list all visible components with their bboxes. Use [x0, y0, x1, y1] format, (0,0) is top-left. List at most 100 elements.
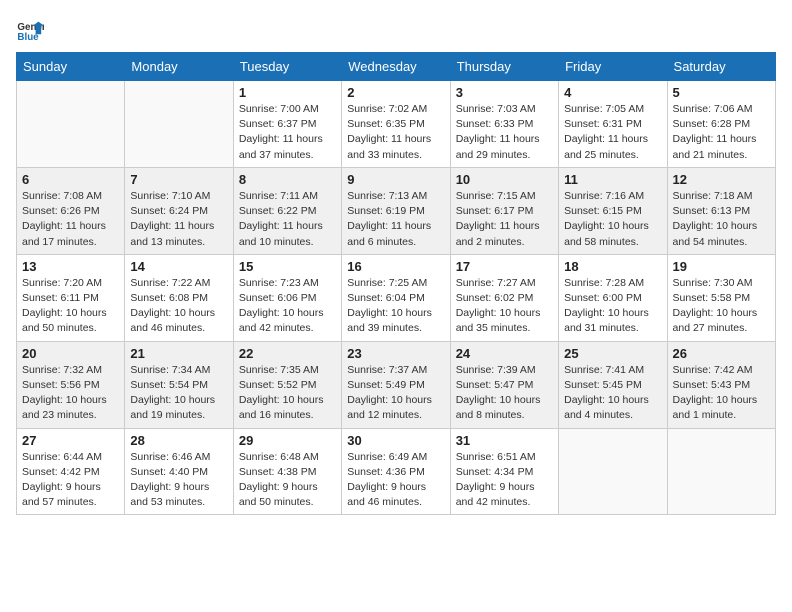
day-number: 30: [347, 433, 444, 448]
calendar-cell: 5Sunrise: 7:06 AMSunset: 6:28 PMDaylight…: [667, 81, 775, 168]
calendar-cell: 6Sunrise: 7:08 AMSunset: 6:26 PMDaylight…: [17, 167, 125, 254]
day-info: Sunrise: 7:11 AMSunset: 6:22 PMDaylight:…: [239, 189, 336, 250]
calendar-cell: 24 Sunrise: 7:39 AMSunset: 5:47 PMDayligh…: [450, 341, 558, 428]
calendar-week-row: 1 Sunrise: 7:00 AMSunset: 6:37 PMDaylight…: [17, 81, 776, 168]
day-number: 25: [564, 346, 661, 361]
day-number: 1: [239, 85, 336, 100]
calendar-cell: [667, 428, 775, 515]
calendar-cell: 23 Sunrise: 7:37 AMSunset: 5:49 PMDayligh…: [342, 341, 450, 428]
calendar-cell: 20 Sunrise: 7:32 AMSunset: 5:56 PMDayligh…: [17, 341, 125, 428]
header-day-sunday: Sunday: [17, 53, 125, 81]
day-number: 22: [239, 346, 336, 361]
calendar-week-row: 20 Sunrise: 7:32 AMSunset: 5:56 PMDayligh…: [17, 341, 776, 428]
calendar-cell: 4 Sunrise: 7:05 AMSunset: 6:31 PMDaylight…: [559, 81, 667, 168]
calendar-cell: 11 Sunrise: 7:16 AMSunset: 6:15 PMDayligh…: [559, 167, 667, 254]
day-info: Sunrise: 7:05 AMSunset: 6:31 PMDaylight:…: [564, 102, 661, 163]
day-info: Sunrise: 7:15 AMSunset: 6:17 PMDaylight:…: [456, 189, 553, 250]
day-number: 7: [130, 172, 227, 187]
day-info: Sunrise: 7:32 AMSunset: 5:56 PMDaylight:…: [22, 363, 119, 424]
calendar-cell: 22Sunrise: 7:35 AMSunset: 5:52 PMDayligh…: [233, 341, 341, 428]
day-info: Sunrise: 7:16 AMSunset: 6:15 PMDaylight:…: [564, 189, 661, 250]
day-number: 24: [456, 346, 553, 361]
calendar-cell: 17 Sunrise: 7:27 AMSunset: 6:02 PMDayligh…: [450, 254, 558, 341]
header-day-friday: Friday: [559, 53, 667, 81]
day-info: Sunrise: 7:25 AMSunset: 6:04 PMDaylight:…: [347, 276, 444, 337]
calendar-cell: 10Sunrise: 7:15 AMSunset: 6:17 PMDayligh…: [450, 167, 558, 254]
day-info: Sunrise: 6:48 AMSunset: 4:38 PMDaylight:…: [239, 450, 336, 511]
calendar-cell: 8 Sunrise: 7:11 AMSunset: 6:22 PMDaylight…: [233, 167, 341, 254]
calendar-cell: 16 Sunrise: 7:25 AMSunset: 6:04 PMDayligh…: [342, 254, 450, 341]
calendar-cell: [125, 81, 233, 168]
calendar-cell: 1 Sunrise: 7:00 AMSunset: 6:37 PMDaylight…: [233, 81, 341, 168]
header-day-tuesday: Tuesday: [233, 53, 341, 81]
day-info: Sunrise: 7:03 AMSunset: 6:33 PMDaylight:…: [456, 102, 553, 163]
day-number: 4: [564, 85, 661, 100]
header-day-monday: Monday: [125, 53, 233, 81]
day-number: 11: [564, 172, 661, 187]
day-info: Sunrise: 6:51 AMSunset: 4:34 PMDaylight:…: [456, 450, 553, 511]
day-number: 19: [673, 259, 770, 274]
calendar-week-row: 27 Sunrise: 6:44 AMSunset: 4:42 PMDayligh…: [17, 428, 776, 515]
day-number: 23: [347, 346, 444, 361]
calendar-cell: 12 Sunrise: 7:18 AMSunset: 6:13 PMDayligh…: [667, 167, 775, 254]
day-info: Sunrise: 7:42 AMSunset: 5:43 PMDaylight:…: [673, 363, 770, 424]
day-number: 8: [239, 172, 336, 187]
day-number: 12: [673, 172, 770, 187]
calendar-cell: [559, 428, 667, 515]
calendar-cell: 18 Sunrise: 7:28 AMSunset: 6:00 PMDayligh…: [559, 254, 667, 341]
header-day-wednesday: Wednesday: [342, 53, 450, 81]
day-number: 14: [130, 259, 227, 274]
calendar-cell: 3 Sunrise: 7:03 AMSunset: 6:33 PMDaylight…: [450, 81, 558, 168]
day-info: Sunrise: 7:27 AMSunset: 6:02 PMDaylight:…: [456, 276, 553, 337]
day-info: Sunrise: 7:02 AMSunset: 6:35 PMDaylight:…: [347, 102, 444, 163]
day-number: 20: [22, 346, 119, 361]
day-number: 17: [456, 259, 553, 274]
day-number: 26: [673, 346, 770, 361]
day-number: 2: [347, 85, 444, 100]
calendar-cell: 30 Sunrise: 6:49 AMSunset: 4:36 PMDayligh…: [342, 428, 450, 515]
calendar-week-row: 13Sunrise: 7:20 AMSunset: 6:11 PMDayligh…: [17, 254, 776, 341]
day-number: 15: [239, 259, 336, 274]
calendar-cell: 21 Sunrise: 7:34 AMSunset: 5:54 PMDayligh…: [125, 341, 233, 428]
day-info: Sunrise: 6:46 AMSunset: 4:40 PMDaylight:…: [130, 450, 227, 511]
day-number: 21: [130, 346, 227, 361]
day-info: Sunrise: 6:49 AMSunset: 4:36 PMDaylight:…: [347, 450, 444, 511]
calendar-cell: 15 Sunrise: 7:23 AMSunset: 6:06 PMDayligh…: [233, 254, 341, 341]
day-info: Sunrise: 7:39 AMSunset: 5:47 PMDaylight:…: [456, 363, 553, 424]
day-info: Sunrise: 7:06 AMSunset: 6:28 PMDaylight:…: [673, 102, 770, 163]
day-number: 3: [456, 85, 553, 100]
day-info: Sunrise: 7:34 AMSunset: 5:54 PMDaylight:…: [130, 363, 227, 424]
calendar-cell: 28Sunrise: 6:46 AMSunset: 4:40 PMDayligh…: [125, 428, 233, 515]
day-number: 9: [347, 172, 444, 187]
day-info: Sunrise: 7:22 AMSunset: 6:08 PMDaylight:…: [130, 276, 227, 337]
calendar-cell: 7 Sunrise: 7:10 AMSunset: 6:24 PMDaylight…: [125, 167, 233, 254]
day-info: Sunrise: 7:10 AMSunset: 6:24 PMDaylight:…: [130, 189, 227, 250]
calendar-cell: 13Sunrise: 7:20 AMSunset: 6:11 PMDayligh…: [17, 254, 125, 341]
day-info: Sunrise: 7:37 AMSunset: 5:49 PMDaylight:…: [347, 363, 444, 424]
calendar-cell: 26 Sunrise: 7:42 AMSunset: 5:43 PMDayligh…: [667, 341, 775, 428]
day-info: Sunrise: 7:28 AMSunset: 6:00 PMDaylight:…: [564, 276, 661, 337]
day-info: Sunrise: 7:18 AMSunset: 6:13 PMDaylight:…: [673, 189, 770, 250]
calendar-cell: 19Sunrise: 7:30 AMSunset: 5:58 PMDayligh…: [667, 254, 775, 341]
page-header: General Blue: [16, 16, 776, 44]
day-info: Sunrise: 7:13 AMSunset: 6:19 PMDaylight:…: [347, 189, 444, 250]
day-number: 27: [22, 433, 119, 448]
day-number: 29: [239, 433, 336, 448]
day-number: 13: [22, 259, 119, 274]
calendar-cell: 14 Sunrise: 7:22 AMSunset: 6:08 PMDayligh…: [125, 254, 233, 341]
header-day-saturday: Saturday: [667, 53, 775, 81]
calendar-cell: 31 Sunrise: 6:51 AMSunset: 4:34 PMDayligh…: [450, 428, 558, 515]
day-number: 31: [456, 433, 553, 448]
day-info: Sunrise: 6:44 AMSunset: 4:42 PMDaylight:…: [22, 450, 119, 511]
header-day-thursday: Thursday: [450, 53, 558, 81]
calendar-cell: 2 Sunrise: 7:02 AMSunset: 6:35 PMDaylight…: [342, 81, 450, 168]
day-number: 16: [347, 259, 444, 274]
calendar-week-row: 6Sunrise: 7:08 AMSunset: 6:26 PMDaylight…: [17, 167, 776, 254]
logo-icon: General Blue: [16, 16, 44, 44]
calendar-cell: 29 Sunrise: 6:48 AMSunset: 4:38 PMDayligh…: [233, 428, 341, 515]
calendar-cell: [17, 81, 125, 168]
day-number: 18: [564, 259, 661, 274]
day-number: 6: [22, 172, 119, 187]
day-info: Sunrise: 7:23 AMSunset: 6:06 PMDaylight:…: [239, 276, 336, 337]
day-info: Sunrise: 7:00 AMSunset: 6:37 PMDaylight:…: [239, 102, 336, 163]
